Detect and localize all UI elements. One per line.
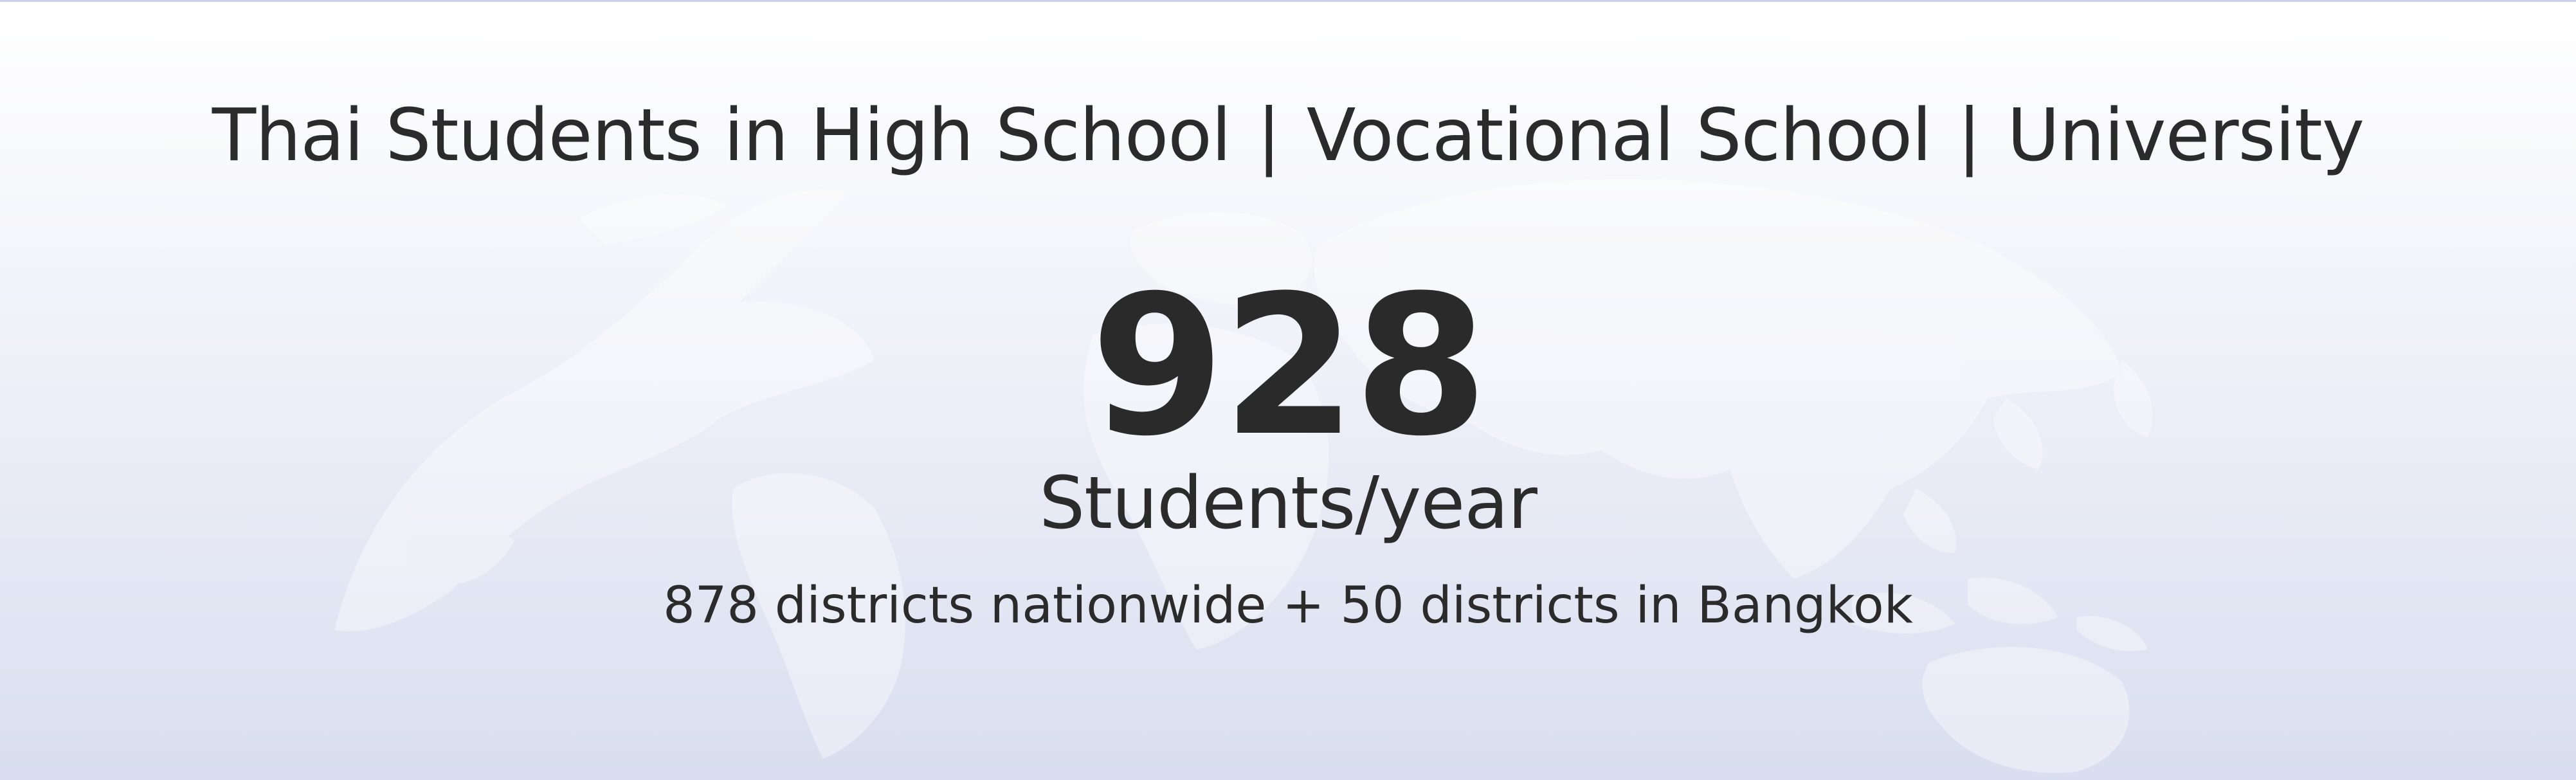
title-segment-high-school: Thai Students in High School	[212, 94, 1231, 177]
stat-panel: Thai Students in High School | Vocationa…	[0, 0, 2576, 780]
title-separator: |	[1957, 94, 1982, 177]
title-segment-university: University	[2007, 94, 2364, 177]
title-segment-vocational-school: Vocational School	[1306, 94, 1932, 177]
district-breakdown: 878 districts nationwide + 50 districts …	[663, 577, 1913, 635]
student-count: 928	[1090, 254, 1488, 478]
page-title: Thai Students in High School | Vocationa…	[0, 96, 2576, 176]
student-count-unit: Students/year	[1039, 462, 1537, 545]
title-separator: |	[1256, 94, 1282, 177]
